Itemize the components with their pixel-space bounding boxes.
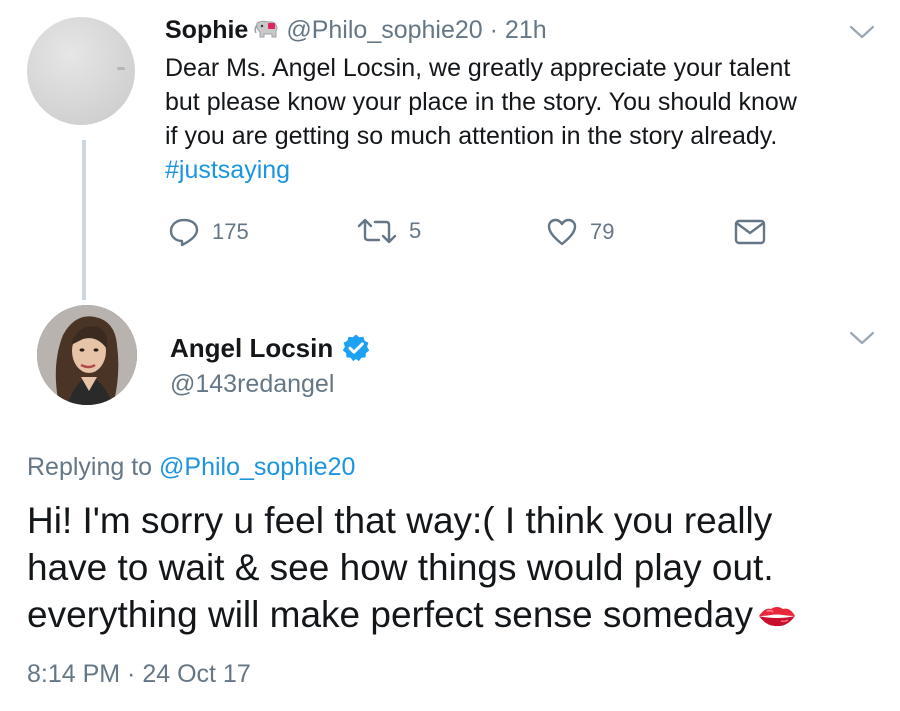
first-tweet-header: Sophie @Philo_sophie20 · 21h [165, 14, 547, 46]
tweet-timestamp[interactable]: 8:14 PM · 24 Oct 17 [27, 658, 251, 690]
retweet-count: 5 [409, 218, 422, 243]
tweet-text-line: Hi! I'm sorry u feel that way:( I think … [27, 500, 773, 541]
sophie-display-name[interactable]: Sophie [165, 16, 248, 44]
tweet-time[interactable]: 21h [505, 16, 547, 44]
replying-to-handle-link[interactable]: @Philo_sophie20 [159, 453, 355, 481]
angel-display-name[interactable]: Angel Locsin [170, 332, 333, 364]
direct-message-button[interactable] [734, 219, 766, 245]
like-button[interactable]: 79 [546, 217, 614, 247]
angel-handle[interactable]: @143redangel [170, 368, 334, 400]
sophie-handle[interactable]: @Philo_sophie20 [286, 16, 482, 44]
like-icon [546, 217, 578, 247]
verified-badge-icon [341, 333, 371, 363]
tweet-action-bar: 175 5 79 [0, 215, 900, 255]
reply-tweet-text: Hi! I'm sorry u feel that way:( I think … [27, 497, 887, 638]
first-tweet-text: Dear Ms. Angel Locsin, we greatly apprec… [165, 51, 885, 187]
tweet-text-line: have to wait & see how things would play… [27, 547, 774, 588]
sophie-avatar[interactable] [27, 17, 135, 125]
tweet-text-line: Dear Ms. Angel Locsin, we greatly apprec… [165, 54, 791, 82]
header-separator: · [482, 16, 505, 44]
retweet-button[interactable]: 5 [357, 217, 421, 245]
tweet-text-line: everything will make perfect sense somed… [27, 594, 753, 635]
reply-icon [168, 217, 200, 247]
tweet-text-last-line: everything will make perfect sense somed… [27, 591, 887, 638]
direct-message-icon [734, 219, 766, 245]
angel-avatar[interactable] [37, 305, 137, 405]
replying-prefix: Replying to [27, 453, 160, 481]
like-count: 79 [590, 219, 615, 244]
avatar-mark [117, 67, 125, 70]
kiss-mark-emoji-icon [757, 593, 797, 627]
replying-to-line: Replying to @Philo_sophie20 [27, 451, 355, 483]
reply-button[interactable]: 175 [168, 217, 249, 247]
tweet-text-line: but please know your place in the story.… [165, 88, 797, 116]
hashtag-link[interactable]: #justsaying [165, 153, 885, 187]
chevron-down-icon[interactable] [848, 330, 876, 346]
angel-display-name-row: Angel Locsin [170, 332, 371, 364]
reply-count: 175 [212, 219, 249, 244]
retweet-icon [357, 217, 397, 245]
avatar-photo [37, 305, 137, 405]
chevron-down-icon[interactable] [848, 24, 876, 40]
tweet-text-line: if you are getting so much attention in … [165, 122, 778, 150]
elephant-emoji-icon [254, 17, 280, 39]
